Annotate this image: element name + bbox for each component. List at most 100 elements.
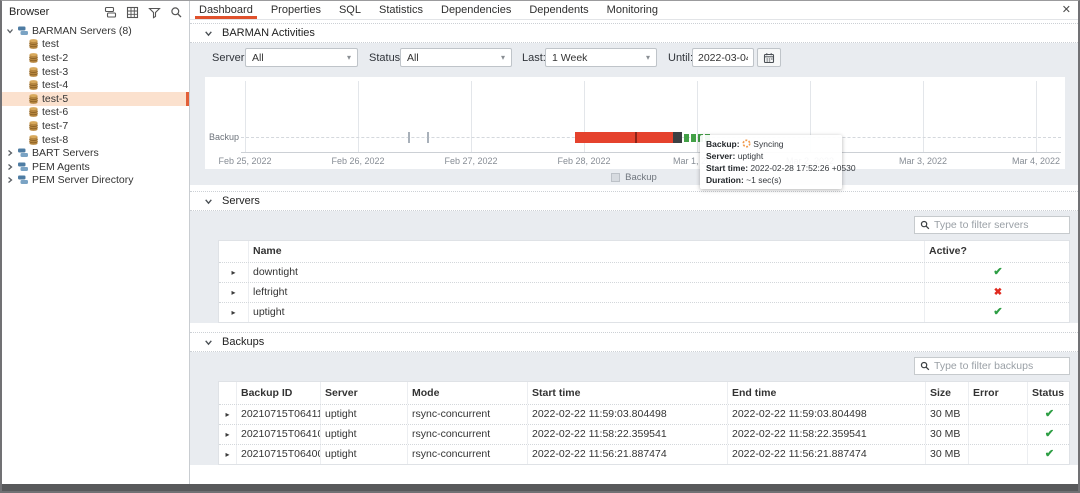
until-filter-label: Until: — [668, 52, 693, 64]
col-name[interactable]: Name — [249, 241, 925, 262]
until-date-input[interactable] — [692, 48, 754, 67]
chevron-down-icon[interactable] — [204, 29, 213, 38]
col-error[interactable]: Error — [969, 382, 1028, 404]
col-size[interactable]: Size — [926, 382, 969, 404]
col-status[interactable]: Status — [1028, 382, 1071, 404]
backup-event-failed-bar[interactable] — [575, 132, 673, 143]
expand-icon[interactable]: ▸ — [219, 445, 237, 464]
gridline — [1036, 81, 1037, 152]
section-title: Servers — [222, 195, 260, 207]
search-icon[interactable] — [169, 5, 184, 20]
tab-sql[interactable]: SQL — [330, 1, 370, 19]
tree-item-test-2[interactable]: test-2 — [2, 51, 189, 65]
close-icon[interactable]: ✕ — [1062, 5, 1071, 16]
col-server[interactable]: Server — [321, 382, 408, 404]
status-filter-select[interactable]: All ▾ — [400, 48, 512, 67]
activities-timeline-chart[interactable]: Backup Feb 25, 2022 Feb 26, 2022 Feb 27,… — [205, 77, 1065, 169]
server-filter-select[interactable]: All ▾ — [245, 48, 358, 67]
server-row-leftright[interactable]: ▸ leftright ✖ — [219, 283, 1069, 303]
col-end-time[interactable]: End time — [728, 382, 926, 404]
col-backup-id[interactable]: Backup ID — [237, 382, 321, 404]
tab-dependents[interactable]: Dependents — [520, 1, 597, 19]
backups-header[interactable]: Backups — [190, 332, 1078, 352]
cell-server-name: uptight — [249, 303, 925, 322]
expand-icon[interactable]: ▸ — [219, 303, 249, 322]
tree-item-label: PEM Agents — [32, 161, 90, 173]
cell-mode: rsync-concurrent — [408, 425, 528, 444]
server-group-icon — [17, 147, 29, 159]
backup-row-2[interactable]: ▸ 20210715T064106 uptight rsync-concurre… — [219, 425, 1069, 445]
tree-item-test-4[interactable]: test-4 — [2, 78, 189, 92]
cell-start-time: 2022-02-22 11:56:21.887474 — [528, 445, 728, 464]
backup-event-syncing-dash[interactable] — [691, 134, 696, 142]
tree-item-pem-agents[interactable]: PEM Agents — [2, 160, 189, 174]
chevron-right-icon[interactable] — [5, 149, 15, 157]
pem-window: Browser — [0, 0, 1080, 493]
cell-end-time: 2022-02-22 11:56:21.887474 — [728, 445, 926, 464]
col-active[interactable]: Active? — [925, 241, 1071, 262]
chevron-down-icon[interactable] — [5, 27, 15, 35]
backup-tooltip: Backup: Syncing Server: uptight Start ti… — [700, 135, 842, 189]
servers-header[interactable]: Servers — [190, 191, 1078, 211]
servers-icon[interactable] — [103, 5, 118, 20]
tab-statistics[interactable]: Statistics — [370, 1, 432, 19]
col-start-time[interactable]: Start time — [528, 382, 728, 404]
col-mode[interactable]: Mode — [408, 382, 528, 404]
servers-filter-input[interactable] — [934, 219, 1064, 231]
sidebar-title: Browser — [9, 6, 103, 18]
tab-dependencies[interactable]: Dependencies — [432, 1, 520, 19]
tree-item-test[interactable]: test — [2, 38, 189, 52]
backup-row-3[interactable]: ▸ 20210715T064008 uptight rsync-concurre… — [219, 445, 1069, 464]
backups-filter-input[interactable] — [934, 360, 1064, 372]
chevron-down-icon[interactable] — [204, 197, 213, 206]
tree-item-pem-server-directory[interactable]: PEM Server Directory — [2, 174, 189, 188]
backup-event-tick[interactable] — [427, 132, 429, 143]
barman-activities-header[interactable]: BARMAN Activities — [190, 23, 1078, 43]
caret-down-icon: ▾ — [501, 53, 505, 62]
cell-server: uptight — [321, 405, 408, 424]
cell-start-time: 2022-02-22 11:59:03.804498 — [528, 405, 728, 424]
tree-item-test-7[interactable]: test-7 — [2, 119, 189, 133]
tab-dashboard[interactable]: Dashboard — [190, 1, 262, 19]
barman-server-icon — [28, 66, 39, 78]
server-group-icon — [17, 161, 29, 173]
barman-activities-body: Server: All ▾ Status: All ▾ Last: — [190, 43, 1078, 185]
backup-event-tick[interactable] — [408, 132, 410, 143]
server-row-uptight[interactable]: ▸ uptight ✔ — [219, 303, 1069, 322]
backup-event-syncing-dash[interactable] — [684, 134, 689, 142]
backup-event-dark-bar[interactable] — [673, 132, 682, 143]
expand-icon[interactable]: ▸ — [219, 283, 249, 302]
tree-item-test-6[interactable]: test-6 — [2, 106, 189, 120]
backups-table-header: Backup ID Server Mode Start time End tim… — [219, 382, 1069, 405]
expand-icon[interactable]: ▸ — [219, 263, 249, 282]
tree-item-test-5-selected[interactable]: test-5 — [2, 92, 189, 106]
chevron-right-icon[interactable] — [5, 176, 15, 184]
servers-search-box — [914, 216, 1070, 234]
table-view-icon[interactable] — [125, 5, 140, 20]
last-filter-select[interactable]: 1 Week ▾ — [545, 48, 657, 67]
backup-row-1[interactable]: ▸ 20210715T064112 uptight rsync-concurre… — [219, 405, 1069, 425]
chevron-right-icon[interactable] — [5, 163, 15, 171]
tree-item-bart-servers[interactable]: BART Servers — [2, 146, 189, 160]
gridline — [471, 81, 472, 152]
expand-icon[interactable]: ▸ — [219, 425, 237, 444]
chart-legend: Backup — [190, 169, 1078, 185]
expand-icon[interactable]: ▸ — [219, 405, 237, 424]
backups-table: Backup ID Server Mode Start time End tim… — [218, 381, 1070, 465]
tab-properties[interactable]: Properties — [262, 1, 330, 19]
tree-item-test-3[interactable]: test-3 — [2, 65, 189, 79]
tab-monitoring[interactable]: Monitoring — [598, 1, 667, 19]
server-row-downtight[interactable]: ▸ downtight ✔ — [219, 263, 1069, 283]
cell-server: uptight — [321, 425, 408, 444]
tree-item-label: test-4 — [42, 79, 68, 91]
cell-end-time: 2022-02-22 11:58:22.359541 — [728, 425, 926, 444]
cross-icon: ✖ — [994, 287, 1002, 298]
x-tick-label: Feb 26, 2022 — [321, 156, 395, 166]
chevron-down-icon[interactable] — [204, 338, 213, 347]
tree-item-barman-servers[interactable]: BARMAN Servers (8) — [2, 24, 189, 38]
sidebar-toolbar — [103, 5, 184, 20]
calendar-button[interactable] — [757, 48, 781, 67]
filter-icon[interactable] — [147, 5, 162, 20]
tree-item-test-8[interactable]: test-8 — [2, 133, 189, 147]
servers-table-header: Name Active? — [219, 241, 1069, 263]
